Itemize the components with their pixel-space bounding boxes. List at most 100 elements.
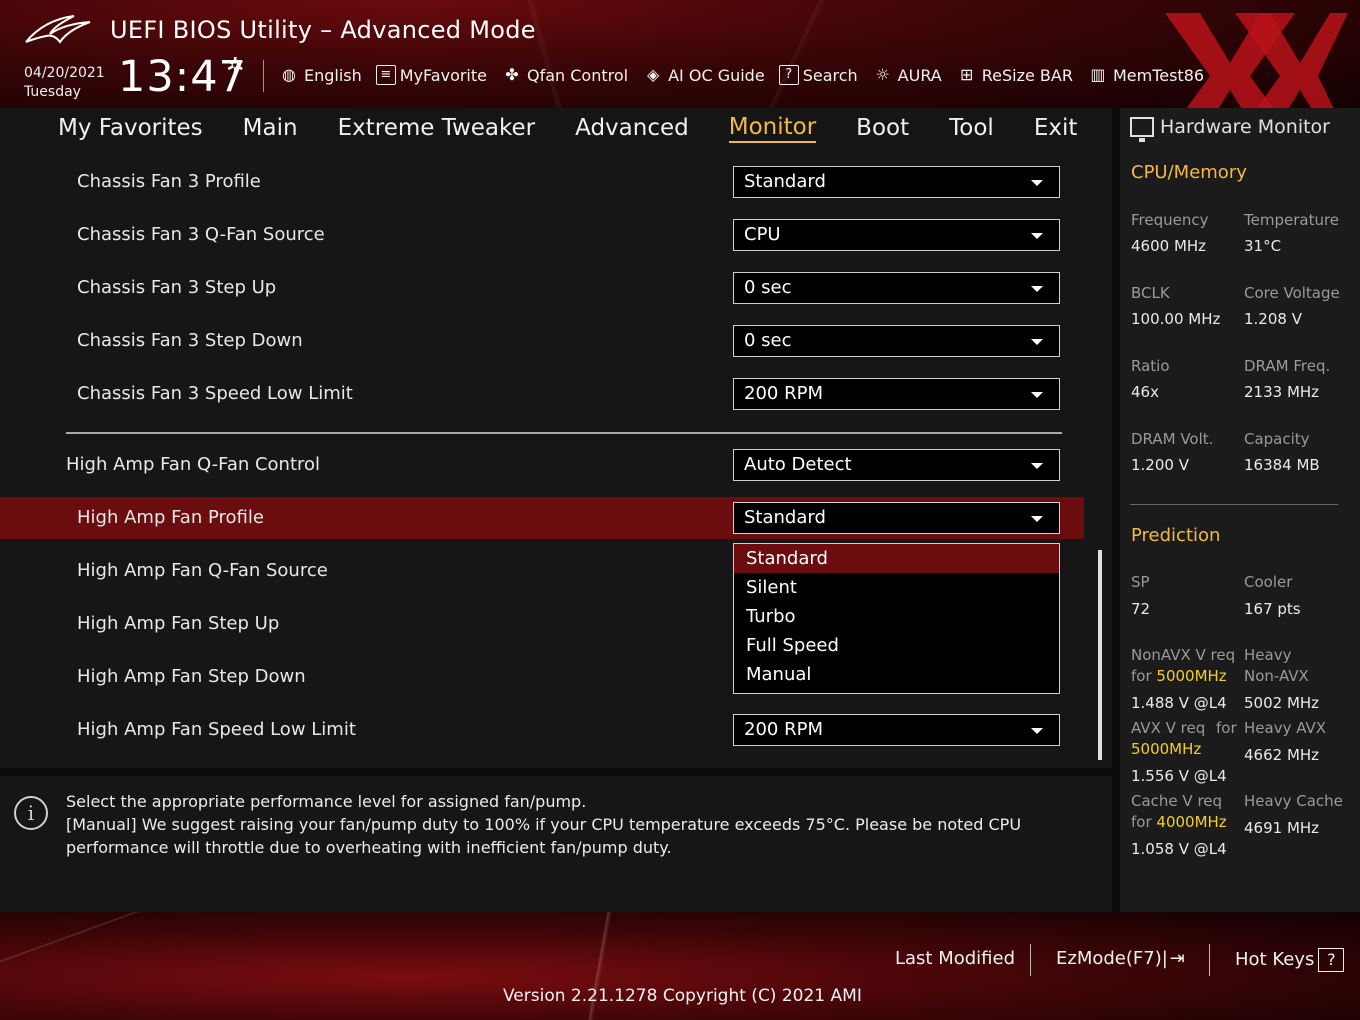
nonavx-voltage: 1.488 V @L4 <box>1131 694 1227 712</box>
setting-dropdown[interactable]: CPU <box>733 219 1060 251</box>
tab-exit[interactable]: Exit <box>1034 115 1078 141</box>
ai-oc-guide-button[interactable]: ◈ AI OC Guide <box>642 65 765 85</box>
ezmode-button[interactable]: EzMode(F7)| ⇥ <box>1056 948 1185 969</box>
cooler-value: 167 pts <box>1244 600 1301 618</box>
dropdown-caret-icon <box>1031 180 1043 186</box>
app-title: UEFI BIOS Utility – Advanced Mode <box>110 16 536 44</box>
search-box-icon: ? <box>778 65 799 85</box>
heavy-avx-label: Heavy AVX <box>1244 719 1327 737</box>
myfavorite-button[interactable]: ≡ MyFavorite <box>375 65 487 85</box>
setting-row[interactable]: Chassis Fan 3 Q-Fan Source CPU <box>0 214 1084 256</box>
dram-freq-label: DRAM Freq. <box>1244 357 1331 375</box>
setting-row[interactable]: Chassis Fan 3 Speed Low Limit 200 RPM <box>0 373 1084 415</box>
aura-label: AURA <box>897 65 942 85</box>
bclk-value: 100.00 MHz <box>1131 310 1221 328</box>
day-text: Tuesday <box>24 84 81 100</box>
rog-logo-icon <box>25 15 91 44</box>
setting-dropdown[interactable]: Standard <box>733 166 1060 198</box>
ratio-value: 46x <box>1131 383 1159 401</box>
setting-label: Chassis Fan 3 Step Down <box>77 330 303 351</box>
fan-icon: ✤ <box>505 65 519 84</box>
aura-button[interactable]: ☼ AURA <box>872 65 942 85</box>
help-panel: i Select the appropriate performance lev… <box>0 776 1112 912</box>
dropdown-caret-icon <box>1031 516 1043 522</box>
option-turbo[interactable]: Turbo <box>734 602 1059 631</box>
header-bar: UEFI BIOS Utility – Advanced Mode 04/20/… <box>0 0 1360 108</box>
dropdown-options-popup: Standard Silent Turbo Full Speed Manual <box>733 543 1060 694</box>
qfan-control-button[interactable]: ✤ Qfan Control <box>501 65 628 85</box>
tab-monitor[interactable]: Monitor <box>728 113 817 143</box>
hot-keys-button[interactable]: Hot Keys? <box>1235 948 1345 972</box>
setting-dropdown[interactable]: Auto Detect <box>733 449 1060 481</box>
avx-for: for <box>1216 719 1237 737</box>
search-button[interactable]: ? Search <box>778 65 858 85</box>
heavy-cache-label: Heavy Cache <box>1244 792 1343 810</box>
setting-row[interactable]: Chassis Fan 3 Step Down 0 sec <box>0 320 1084 362</box>
setting-dropdown[interactable]: 0 sec <box>733 272 1060 304</box>
tab-tool[interactable]: Tool <box>949 115 994 141</box>
setting-dropdown[interactable]: 0 sec <box>733 325 1060 357</box>
settings-scrollbar[interactable] <box>1098 550 1102 760</box>
ai-chip-icon: ◈ <box>646 65 660 84</box>
footer-divider <box>1030 944 1031 976</box>
nonavx-for-line: for 5000MHz <box>1131 667 1227 685</box>
setting-label: High Amp Fan Step Down <box>77 666 306 687</box>
setting-row[interactable]: High Amp Fan Q-Fan Control Auto Detect <box>0 444 1084 486</box>
setting-row[interactable]: Chassis Fan 3 Step Up 0 sec <box>0 267 1084 309</box>
help-text: Select the appropriate performance level… <box>66 790 1096 859</box>
setting-label: High Amp Fan Q-Fan Control <box>66 454 321 475</box>
setting-dropdown[interactable]: 200 RPM <box>733 378 1060 410</box>
ai-oc-guide-label: AI OC Guide <box>668 65 765 85</box>
tab-advanced[interactable]: Advanced <box>575 115 689 141</box>
dropdown-value: Standard <box>744 171 826 192</box>
help-question-icon: ? <box>1318 948 1345 972</box>
dropdown-caret-icon <box>1031 392 1043 398</box>
myfavorite-label: MyFavorite <box>399 65 487 85</box>
monitor-icon <box>1130 117 1154 142</box>
setting-row[interactable]: Chassis Fan 3 Profile Standard <box>0 161 1084 203</box>
cache-freq: 4000MHz <box>1156 813 1227 831</box>
tab-extreme-tweaker[interactable]: Extreme Tweaker <box>338 115 536 141</box>
dropdown-caret-icon <box>1031 728 1043 734</box>
setting-row[interactable]: High Amp Fan Speed Low Limit 200 RPM <box>0 709 1084 751</box>
heavy-nonavx-label-1: Heavy <box>1244 646 1292 664</box>
tab-boot[interactable]: Boot <box>856 115 909 141</box>
dropdown-caret-icon <box>1031 233 1043 239</box>
hardware-monitor-panel: Hardware Monitor CPU/Memory Frequency 46… <box>1120 108 1360 912</box>
last-modified-button[interactable]: Last Modified <box>895 948 1015 969</box>
dropdown-caret-icon <box>1031 339 1043 345</box>
setting-dropdown[interactable]: 200 RPM <box>733 714 1060 746</box>
dropdown-value: Auto Detect <box>744 454 852 475</box>
watermark-logo-icon <box>1165 13 1348 108</box>
setting-label: High Amp Fan Step Up <box>77 613 280 634</box>
help-line-1: Select the appropriate performance level… <box>66 792 587 811</box>
setting-label: Chassis Fan 3 Q-Fan Source <box>77 224 325 245</box>
option-silent[interactable]: Silent <box>734 573 1059 602</box>
temperature-value: 31°C <box>1244 237 1282 255</box>
memory-icon: ▥ <box>1090 65 1106 84</box>
setting-label: High Amp Fan Speed Low Limit <box>77 719 356 740</box>
date-text: 04/20/2021 <box>24 65 105 81</box>
tab-my-favorites[interactable]: My Favorites <box>58 115 203 141</box>
option-manual[interactable]: Manual <box>734 660 1059 689</box>
clock-settings-gear-icon[interactable]: ✲ <box>226 54 244 79</box>
tab-main[interactable]: Main <box>243 115 298 141</box>
resize-bar-button[interactable]: ⊞ ReSize BAR <box>956 65 1073 85</box>
ezmode-label: EzMode(F7)| <box>1056 948 1168 969</box>
ratio-label: Ratio <box>1131 357 1170 375</box>
core-voltage-value: 1.208 V <box>1244 310 1302 328</box>
setting-label: High Amp Fan Profile <box>77 507 264 528</box>
setting-row-selected[interactable]: High Amp Fan Profile Standard <box>0 497 1084 539</box>
avx-label: AVX V req <box>1131 719 1206 737</box>
option-standard[interactable]: Standard <box>734 544 1059 573</box>
setting-label: Chassis Fan 3 Speed Low Limit <box>77 383 353 404</box>
dropdown-value: 0 sec <box>744 277 792 298</box>
setting-dropdown-open[interactable]: Standard <box>733 502 1060 534</box>
dropdown-value: Standard <box>744 507 826 528</box>
dram-volt-label: DRAM Volt. <box>1131 430 1214 448</box>
option-full-speed[interactable]: Full Speed <box>734 631 1059 660</box>
globe-icon: ◍ <box>282 65 296 84</box>
nonavx-freq: 5000MHz <box>1156 667 1227 685</box>
language-button[interactable]: ◍ English <box>278 65 362 85</box>
dram-freq-value: 2133 MHz <box>1244 383 1320 401</box>
